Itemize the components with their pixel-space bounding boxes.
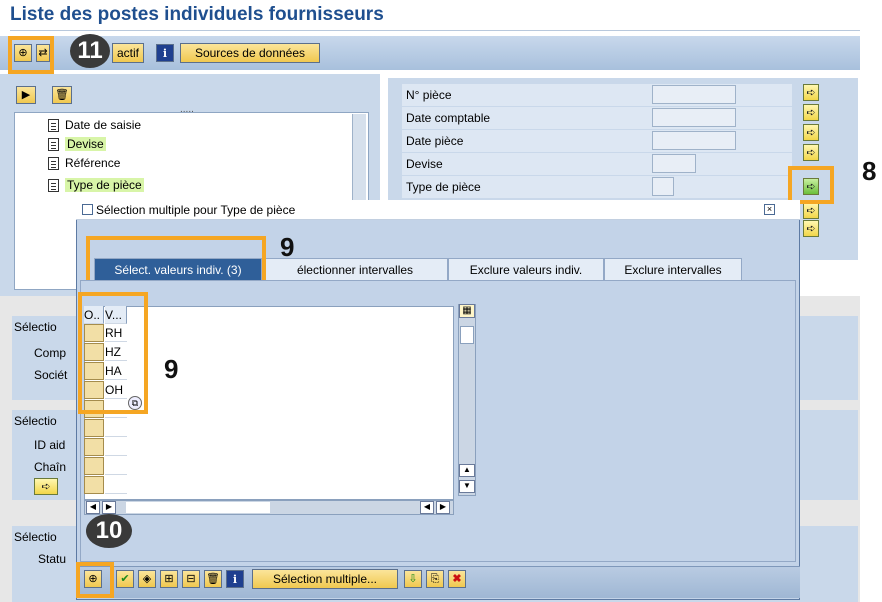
field-label-date-comptable: Date comptable xyxy=(406,111,491,125)
options-icon[interactable]: ◈ xyxy=(138,570,156,588)
document-icon xyxy=(48,137,59,151)
row-selector[interactable] xyxy=(84,438,104,456)
multiple-selection-arrow-icon[interactable]: ➪ xyxy=(803,124,819,141)
multiple-selection-arrow-icon[interactable]: ➪ xyxy=(803,144,819,161)
step-badge-11: 11 xyxy=(70,34,110,68)
no-piece-input[interactable] xyxy=(652,85,736,104)
table-row-value[interactable] xyxy=(105,476,127,494)
chain-label: Chaîn xyxy=(34,460,67,474)
page-title: Liste des postes individuels fournisseur… xyxy=(10,4,384,25)
h-scroll-thumb[interactable] xyxy=(126,502,270,513)
date-comptable-input[interactable] xyxy=(652,108,736,127)
row-selector[interactable] xyxy=(84,457,104,475)
check-icon[interactable]: ✔ xyxy=(116,570,134,588)
dialog-title-bar: Sélection multiple pour Type de pièce xyxy=(76,200,800,220)
multiple-selection-arrow-icon[interactable]: ➪ xyxy=(803,84,819,101)
actif-button[interactable]: actif xyxy=(112,43,145,63)
highlight-marker-copy xyxy=(76,562,114,598)
column-settings-icon[interactable]: ▦ xyxy=(459,304,475,318)
table-row-value[interactable] xyxy=(105,438,127,456)
multiple-selection-arrow-icon[interactable]: ➪ xyxy=(803,202,819,219)
section-3-title: Sélectio xyxy=(14,530,57,544)
row-selector[interactable] xyxy=(84,419,104,437)
clipboard-upload-icon[interactable]: ⎘ xyxy=(426,570,444,588)
trash-icon[interactable]: 🗑 xyxy=(204,570,222,588)
insert-line-icon[interactable]: ⊞ xyxy=(160,570,178,588)
document-icon xyxy=(48,156,59,170)
import-icon[interactable]: ⇩ xyxy=(404,570,422,588)
tree-item-type-piece[interactable]: Type de pièce xyxy=(48,176,144,194)
section-2-title: Sélectio xyxy=(14,414,57,428)
field-label-no-piece: N° pièce xyxy=(406,88,452,102)
scroll-thumb[interactable] xyxy=(460,326,474,344)
field-label-type-piece: Type de pièce xyxy=(406,180,481,194)
delete-line-icon[interactable]: ⊟ xyxy=(182,570,200,588)
status-label: Statu xyxy=(38,552,67,566)
tree-item-label: Référence xyxy=(65,156,121,170)
multiple-selection-arrow-icon[interactable]: ➪ xyxy=(803,220,819,237)
scroll-right-icon[interactable]: ▶ xyxy=(436,501,450,514)
tab-exclude-intervals[interactable]: Exclure intervalles xyxy=(604,258,742,280)
cancel-icon[interactable]: ✖ xyxy=(448,570,466,588)
document-icon xyxy=(48,118,59,132)
highlight-marker-execute xyxy=(8,36,54,74)
societe-label: Sociét xyxy=(34,368,68,382)
section-1-title: Sélectio xyxy=(14,320,57,334)
expand-icon[interactable]: ▶ xyxy=(16,86,36,104)
multiple-selection-button[interactable]: Sélection multiple... xyxy=(252,569,398,589)
document-icon xyxy=(48,178,59,192)
highlight-marker-arrow xyxy=(788,166,834,204)
step-badge-10: 10 xyxy=(86,514,132,548)
step-badge-9-tab: 9 xyxy=(280,232,295,262)
row-selector[interactable] xyxy=(84,476,104,494)
tree-item-label: Type de pièce xyxy=(65,178,144,192)
field-row xyxy=(402,153,792,175)
highlight-marker-values xyxy=(78,292,148,414)
scroll-down-icon[interactable]: ▼ xyxy=(459,480,475,493)
table-row-value[interactable] xyxy=(105,457,127,475)
info-icon[interactable]: i xyxy=(226,570,244,588)
dialog-window-icon xyxy=(82,204,93,215)
tab-exclude-single-values[interactable]: Exclure valeurs indiv. xyxy=(448,258,604,280)
field-label-date-piece: Date pièce xyxy=(406,134,464,148)
info-icon[interactable]: i xyxy=(156,44,174,62)
devise-input[interactable] xyxy=(652,154,696,173)
comp-label: Comp xyxy=(34,346,67,360)
scroll-up-icon[interactable]: ▲ xyxy=(459,464,475,477)
tree-item-date-saisie[interactable]: Date de saisie xyxy=(48,116,141,134)
multiple-selection-arrow-icon[interactable]: ➪ xyxy=(803,104,819,121)
type-piece-input[interactable] xyxy=(652,177,674,196)
step-badge-8: 8 xyxy=(862,156,877,186)
sources-button[interactable]: Sources de données xyxy=(180,43,320,63)
date-piece-input[interactable] xyxy=(652,131,736,150)
tree-item-reference[interactable]: Référence xyxy=(48,154,120,172)
id-aid-label: ID aid xyxy=(34,438,66,452)
scroll-right-icon[interactable]: ▶ xyxy=(102,501,116,514)
delete-icon[interactable]: 🗑 xyxy=(52,86,72,104)
step-badge-9-values: 9 xyxy=(164,354,179,384)
field-label-devise: Devise xyxy=(406,157,443,171)
table-row-value[interactable] xyxy=(105,419,127,437)
arrow-icon[interactable]: ➪ xyxy=(34,478,58,495)
tree-item-label: Devise xyxy=(65,137,106,151)
title-divider xyxy=(10,30,860,31)
highlight-marker-tab xyxy=(86,236,266,286)
close-icon[interactable]: × xyxy=(764,204,775,215)
scroll-left-icon[interactable]: ◀ xyxy=(420,501,434,514)
tree-item-label: Date de saisie xyxy=(65,118,142,132)
tree-item-devise[interactable]: Devise xyxy=(48,135,106,153)
scroll-left-icon[interactable]: ◀ xyxy=(86,501,100,514)
dialog-title: Sélection multiple pour Type de pièce xyxy=(96,202,296,217)
